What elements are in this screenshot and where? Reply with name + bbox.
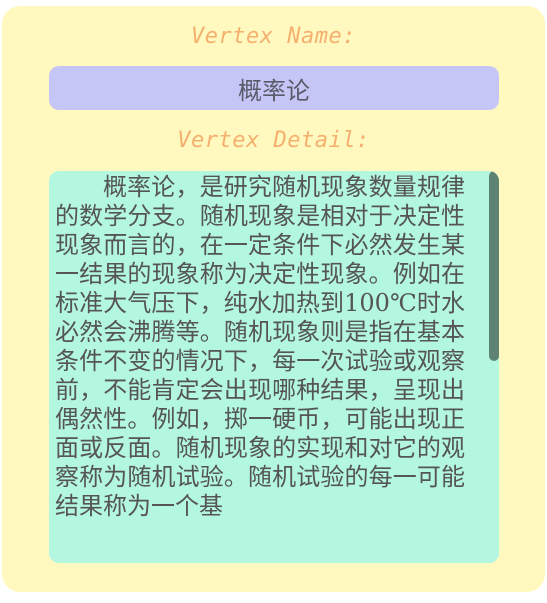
vertex-name-label: Vertex Name: xyxy=(191,24,356,49)
scrollbar-thumb[interactable] xyxy=(489,171,499,361)
vertex-detail-label: Vertex Detail: xyxy=(177,128,370,153)
vertex-name-field[interactable]: 概率论 xyxy=(49,66,499,110)
vertex-detail-field[interactable]: 概率论，是研究随机现象数量规律的数学分支。随机现象是相对于决定性现象而言的，在一… xyxy=(49,171,499,563)
vertex-panel: Vertex Name: 概率论 Vertex Detail: 概率论，是研究随… xyxy=(2,6,545,592)
vertex-detail-scrollbar[interactable] xyxy=(485,171,499,563)
vertex-detail-text: 概率论，是研究随机现象数量规律的数学分支。随机现象是相对于决定性现象而言的，在一… xyxy=(55,173,465,520)
